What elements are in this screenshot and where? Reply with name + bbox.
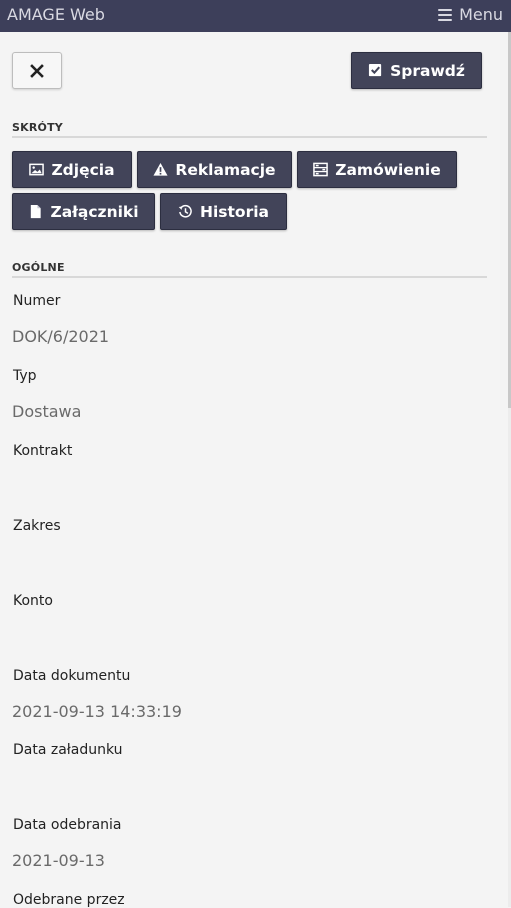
history-icon — [178, 204, 192, 218]
shortcut-attachments-button[interactable]: Załączniki — [12, 193, 155, 230]
close-button[interactable] — [12, 52, 62, 89]
shortcut-history-button[interactable]: Historia — [160, 193, 287, 230]
shortcut-label: Zdjęcia — [51, 160, 115, 179]
shortcut-label: Zamówienie — [335, 160, 441, 179]
image-icon — [29, 163, 45, 176]
field-label-account: Konto — [13, 593, 53, 609]
menu-label: Menu — [459, 5, 503, 24]
field-label-loading-date: Data załadunku — [13, 742, 123, 758]
field-value-type: Dostawa — [12, 402, 82, 421]
top-navbar: AMAGE Web Menu — [0, 0, 511, 32]
file-icon — [31, 204, 42, 219]
field-value-document-date: 2021-09-13 14:33:19 — [12, 702, 182, 721]
section-title-general: OGÓLNE — [12, 261, 487, 278]
close-icon — [30, 63, 44, 78]
check-button-label: Sprawdź — [390, 61, 465, 80]
shortcut-label: Załączniki — [50, 202, 139, 221]
field-label-type: Typ — [13, 368, 37, 384]
shortcut-order-button[interactable]: Zamówienie — [297, 151, 457, 188]
field-label-contract: Kontrakt — [13, 443, 73, 459]
warning-icon — [153, 162, 168, 176]
hamburger-icon — [438, 8, 453, 21]
shortcut-photos-button[interactable]: Zdjęcia — [12, 151, 132, 188]
section-title-shortcuts: SKRÓTY — [12, 121, 487, 138]
check-button[interactable]: Sprawdź — [351, 52, 482, 89]
checkbox-checked-icon — [369, 63, 382, 77]
shortcut-label: Historia — [200, 202, 269, 221]
field-value-received-date: 2021-09-13 — [12, 851, 105, 870]
shortcut-label: Reklamacje — [175, 160, 276, 179]
shortcut-complaints-button[interactable]: Reklamacje — [137, 151, 292, 188]
field-label-number: Numer — [13, 293, 61, 309]
app-brand[interactable]: AMAGE Web — [7, 5, 105, 24]
field-label-received-date: Data odebrania — [13, 817, 122, 833]
order-icon — [313, 162, 329, 177]
menu-button[interactable]: Menu — [438, 5, 503, 24]
field-label-document-date: Data dokumentu — [13, 668, 131, 684]
field-value-number: DOK/6/2021 — [12, 327, 110, 346]
field-label-scope: Zakres — [13, 518, 61, 534]
field-label-received-by: Odebrane przez — [13, 892, 125, 908]
